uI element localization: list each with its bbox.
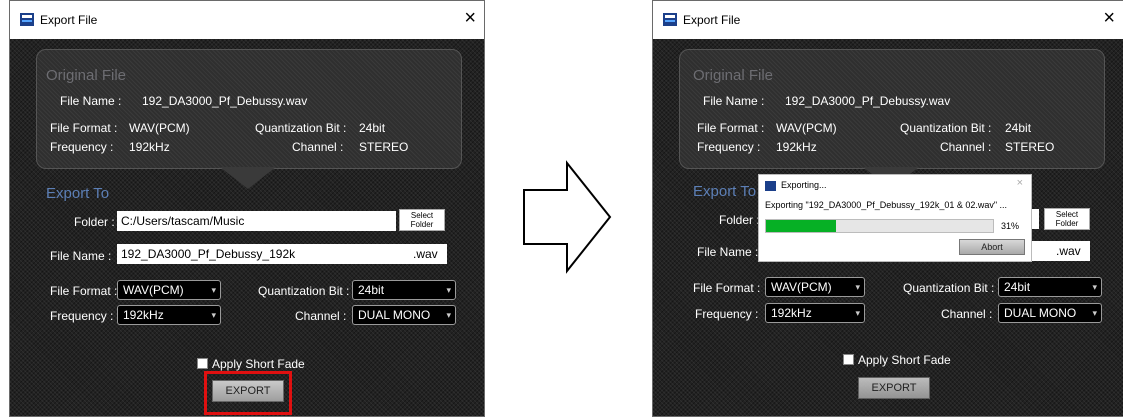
channel-dropdown[interactable]: DUAL MONO ▾ [998,303,1102,323]
select-folder-label-line1: Select [1055,210,1079,219]
progress-bar-fill [766,220,837,232]
select-folder-button[interactable]: Select Folder [399,209,445,231]
original-qbit-label: Quantization Bit : [255,121,347,135]
original-format-label: File Format : [50,121,118,135]
select-folder-label-line1: Select [410,211,434,220]
original-channel-value: STEREO [1005,140,1055,154]
export-app-icon [765,181,776,191]
export-file-window-left: Export File × Original File File Name : … [9,0,485,417]
channel-label: Channel : [941,307,993,321]
panel-pointer [220,167,276,189]
original-file-heading: Original File [693,67,774,84]
dropdown-arrow-icon: ▾ [1092,308,1097,318]
progress-bar [765,219,994,233]
progress-percent: 31% [1001,221,1020,231]
apply-short-fade-label: Apply Short Fade [212,357,305,371]
channel-dropdown-value: DUAL MONO [1004,306,1077,320]
folder-label: Folder : [74,215,115,229]
frequency-dropdown[interactable]: 192kHz ▾ [117,305,221,325]
original-frequency-label: Frequency : [50,140,114,154]
export-to-heading: Export To [693,183,757,200]
original-file-name-value: 192_DA3000_Pf_Debussy.wav [785,94,951,108]
qbit-label: Quantization Bit : [258,284,350,298]
title-bar: Export File × [10,1,484,39]
dropdown-arrow-icon: ▾ [855,308,860,318]
title-bar: Export File × [653,1,1123,39]
qbit-dropdown-value: 24bit [358,283,385,297]
dropdown-arrow-icon: ▾ [1092,282,1097,292]
qbit-dropdown-value: 24bit [1004,280,1031,294]
original-channel-label: Channel : [940,140,992,154]
close-icon[interactable]: × [1103,7,1115,29]
channel-dropdown[interactable]: DUAL MONO ▾ [352,305,456,325]
select-folder-label-line2: Folder [1055,219,1079,228]
select-folder-button[interactable]: Select Folder [1044,208,1090,230]
dropdown-arrow-icon: ▾ [211,285,216,295]
original-channel-label: Channel : [292,140,344,154]
export-app-icon [663,13,677,26]
format-dropdown[interactable]: WAV(PCM) ▾ [765,277,865,297]
window-title: Export File [40,13,98,27]
frequency-label: Frequency : [695,307,759,321]
channel-label: Channel : [295,309,347,323]
qbit-label: Quantization Bit : [903,281,995,295]
qbit-dropdown[interactable]: 24bit ▾ [998,277,1102,297]
export-button[interactable]: EXPORT [212,380,284,402]
apply-short-fade-checkbox[interactable] [843,354,854,365]
original-qbit-value: 24bit [359,121,386,135]
dropdown-arrow-icon: ▾ [446,310,451,320]
original-format-value: WAV(PCM) [129,121,190,135]
right-arrow-icon [523,160,612,274]
window-title: Export File [683,13,741,27]
format-dropdown-value: WAV(PCM) [771,280,832,294]
format-dropdown-value: WAV(PCM) [123,283,184,297]
file-name-label: File Name : [697,245,759,259]
frequency-dropdown-value: 192kHz [123,308,164,322]
dropdown-arrow-icon: ▾ [446,285,451,295]
dialog-body: Original File File Name : 192_DA3000_Pf_… [10,39,484,416]
original-file-name-value: 192_DA3000_Pf_Debussy.wav [142,94,308,108]
original-file-name-label: File Name : [60,94,122,108]
export-to-heading: Export To [46,185,110,202]
original-qbit-value: 24bit [1005,121,1032,135]
file-name-input[interactable]: 192_DA3000_Pf_Debussy_192k [117,244,412,264]
original-qbit-label: Quantization Bit : [900,121,992,135]
exporting-progress-dialog: Exporting... × Exporting "192_DA3000_Pf_… [758,174,1032,262]
progress-dialog-title: Exporting... [781,180,827,190]
abort-button[interactable]: Abort [959,239,1025,255]
original-format-label: File Format : [697,121,765,135]
select-folder-label-line2: Folder [410,220,434,229]
folder-input[interactable]: C:/Users/tascam/Music [117,211,396,231]
close-icon[interactable]: × [1017,177,1023,189]
original-channel-value: STEREO [359,140,409,154]
format-label: File Format : [693,281,761,295]
original-frequency-value: 192kHz [129,140,170,154]
format-dropdown[interactable]: WAV(PCM) ▾ [117,280,221,300]
original-format-value: WAV(PCM) [776,121,837,135]
original-frequency-label: Frequency : [697,140,761,154]
frequency-dropdown-value: 192kHz [771,306,812,320]
qbit-dropdown[interactable]: 24bit ▾ [352,280,456,300]
original-frequency-value: 192kHz [776,140,817,154]
file-extension-field: .wav [407,244,447,264]
apply-short-fade-label: Apply Short Fade [858,353,951,367]
dropdown-arrow-icon: ▾ [855,282,860,292]
folder-label: Folder : [719,213,760,227]
frequency-dropdown[interactable]: 192kHz ▾ [765,303,865,323]
file-extension-field: .wav [1050,241,1090,261]
frequency-label: Frequency : [50,309,114,323]
original-file-heading: Original File [46,67,127,84]
export-button[interactable]: EXPORT [858,377,930,399]
close-icon[interactable]: × [464,7,476,29]
dropdown-arrow-icon: ▾ [211,310,216,320]
channel-dropdown-value: DUAL MONO [358,308,431,322]
file-name-label: File Name : [50,249,112,263]
progress-message: Exporting "192_DA3000_Pf_Debussy_192k_01… [765,200,1008,210]
export-app-icon [20,13,34,26]
format-label: File Format : [50,284,118,298]
apply-short-fade-checkbox[interactable] [197,358,208,369]
original-file-name-label: File Name : [703,94,765,108]
